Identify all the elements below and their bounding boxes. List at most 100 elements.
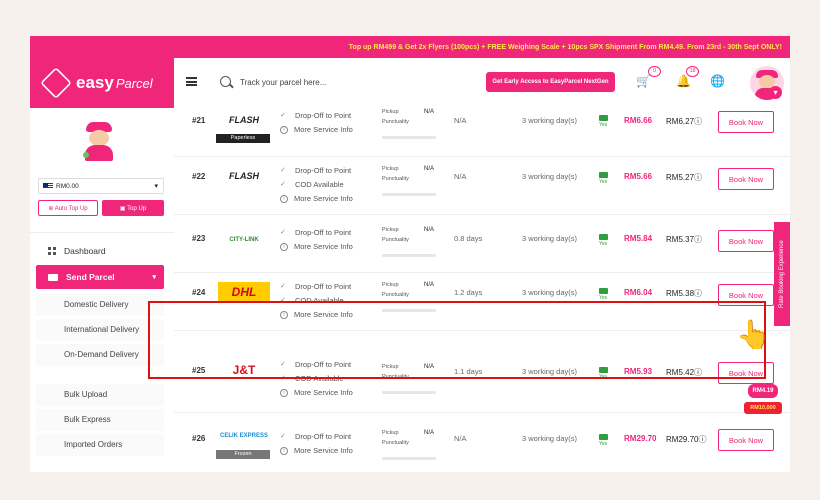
service-options: ✓ Drop-Off to Point i More Service Info (280, 430, 353, 458)
more-service-info-link[interactable]: i More Service Info (280, 240, 353, 254)
top-up-button[interactable]: ▣ Top Up (102, 200, 164, 216)
member-price: RM6.27ⓘ (666, 117, 703, 126)
sidebar-subitem-bulk-upload[interactable]: Bulk Upload (36, 384, 164, 406)
sidebar-subitem-bulk-express[interactable]: Bulk Express (36, 409, 164, 431)
punctuality-bar (382, 457, 436, 460)
book-now-button[interactable]: Book Now (718, 230, 774, 252)
member-price-value: RM5.38 (666, 289, 695, 298)
floating-promo-amount: RM4.19 (748, 384, 778, 398)
sidebar-item-label: Send Parcel (66, 272, 115, 282)
sidebar-subitem-international[interactable]: International Delivery (36, 319, 164, 341)
brand-logo[interactable]: easy Parcel (30, 58, 174, 108)
sidebar-item-label: Dashboard (64, 246, 106, 256)
early-access-button[interactable]: Get Early Access to EasyParcel NextGen (486, 72, 615, 92)
pickup-label: Pickup (382, 109, 399, 115)
more-service-info-link[interactable]: i More Service Info (280, 192, 353, 206)
chevron-down-icon[interactable]: ▾ (769, 86, 782, 99)
balance-value: RM0.00 (56, 182, 79, 190)
truck-icon (48, 273, 58, 281)
more-service-info-link[interactable]: i More Service Info (280, 123, 353, 137)
printer-icon: Yes (599, 172, 609, 185)
printer-yes: Yes (599, 179, 608, 185)
auto-top-up-label: Auto Top Up (54, 205, 88, 212)
brand-name-2: Parcel (115, 75, 153, 91)
punctuality-bar (382, 391, 436, 394)
delivery-days: 3 working day(s) (522, 288, 578, 297)
member-price: RM5.38ⓘ (666, 289, 703, 298)
brand-name: easy (76, 73, 114, 92)
rate-booking-experience-tab[interactable]: Rate Booking Experience (774, 222, 790, 326)
info-icon: i (280, 389, 288, 397)
printer-icon: Yes (599, 434, 609, 447)
floating-promo[interactable]: RM4.19 RM10,000 (744, 384, 786, 424)
cart-icon[interactable]: 🛒 (636, 75, 651, 87)
dashboard-icon (48, 247, 56, 255)
courier-logo-text: FLASH (229, 115, 259, 125)
dropoff-label: Drop-Off to Point (295, 228, 352, 237)
courier-row: #26 CELIK EXPRESS Frozen ✓ Drop-Off to Po… (174, 412, 790, 472)
dropoff-label: Drop-Off to Point (295, 111, 352, 120)
courier-logo-text: CELIK EXPRESS (219, 433, 268, 439)
row-number: #26 (192, 434, 206, 443)
check-icon: ✓ (280, 283, 286, 290)
sidebar-item-send-parcel[interactable]: Send Parcel ▾ (36, 265, 164, 289)
printer-yes: Yes (599, 122, 608, 128)
book-now-button[interactable]: Book Now (718, 111, 774, 133)
info-icon: i (280, 126, 288, 134)
punctuality-label: Punctuality (382, 237, 409, 243)
courier-logo: FLASH (218, 110, 270, 130)
courier-logo: CITY-LINK (218, 230, 270, 250)
more-service-info-link[interactable]: i More Service Info (280, 386, 353, 400)
service-options: ✓ Drop-Off to Point i More Service Info (280, 226, 353, 254)
more-service-info-link[interactable]: i More Service Info (280, 444, 353, 458)
courier-row: #23 CITY-LINK ✓ Drop-Off to Point i More S… (174, 214, 790, 273)
auto-top-up-button[interactable]: ⊕ Auto Top Up (38, 200, 98, 216)
delivery-days: 3 working day(s) (522, 234, 578, 243)
more-info-label: More Service Info (294, 125, 353, 134)
pickup-label: Pickup (382, 282, 399, 288)
globe-icon[interactable]: 🌐 (710, 75, 725, 87)
bell-icon[interactable]: 🔔 (676, 75, 691, 87)
pickup-label: Pickup (382, 430, 399, 436)
duration: N/A (454, 434, 467, 443)
punctuality-label: Punctuality (382, 292, 409, 298)
divider (30, 232, 174, 233)
courier-row: #22 FLASH ✓ Drop-Off to Point ✓ COD Availa… (174, 156, 790, 215)
delivery-days: 3 working day(s) (522, 116, 578, 125)
pickup-value: N/A (424, 166, 435, 172)
pickup-value: N/A (424, 430, 435, 436)
top-up-label: Top Up (127, 205, 147, 212)
courier-row: #21 FLASH Paperless ✓ Drop-Off to Point i… (174, 108, 790, 157)
price: RM29.70 (624, 434, 657, 443)
promo-banner[interactable]: Top up RM499 & Get 2x Flyers (100pcs) + … (30, 36, 790, 58)
courier-logo-text: FLASH (229, 171, 259, 181)
sidebar-subitem-domestic[interactable]: Domestic Delivery (36, 294, 164, 316)
pickup-label: Pickup (382, 227, 399, 233)
track-parcel-input[interactable] (240, 74, 440, 90)
sidebar-item-dashboard[interactable]: Dashboard (48, 246, 106, 256)
sidebar-subitem-on-demand[interactable]: On-Demand Delivery (36, 344, 164, 366)
punctuality-bar (382, 136, 436, 139)
duration: N/A (454, 116, 467, 125)
book-now-button[interactable]: Book Now (718, 168, 774, 190)
sidebar-avatar (80, 122, 118, 162)
check-icon: ✓ (280, 112, 286, 119)
member-price-value: RM6.27 (666, 117, 695, 126)
hamburger-menu-icon[interactable] (186, 77, 197, 86)
printer-icon: Yes (599, 234, 609, 247)
service-options: ✓ Drop-Off to Point ✓ COD Available i More … (280, 164, 353, 206)
book-now-button[interactable]: Book Now (718, 429, 774, 451)
punctuality-label: Punctuality (382, 119, 409, 125)
balance-selector[interactable]: RM0.00 ▾ (38, 178, 164, 194)
row-number: #24 (192, 288, 206, 297)
cod-label: COD Available (295, 180, 344, 189)
member-price-value: RM29.70 (666, 435, 699, 444)
courier-list: #21 FLASH Paperless ✓ Drop-Off to Point i… (174, 108, 790, 472)
top-bar: Get Early Access to EasyParcel NextGen 🛒… (174, 58, 790, 109)
price: RM5.66 (624, 172, 653, 181)
pickup-value: N/A (424, 282, 435, 288)
pickup-value: N/A (424, 109, 435, 115)
duration: 0.8 days (454, 234, 483, 243)
sidebar-subitem-imported-orders[interactable]: Imported Orders (36, 434, 164, 456)
dropoff-label: Drop-Off to Point (295, 282, 352, 291)
